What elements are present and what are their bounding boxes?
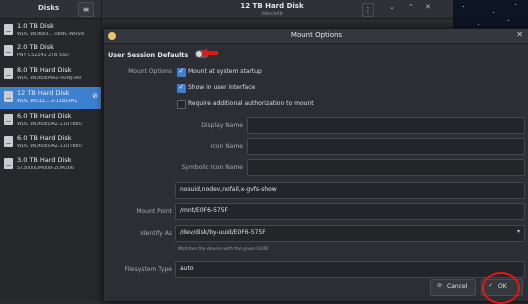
dialog-title: Mount Options (290, 31, 343, 39)
disk-name: 6.0 TB Hard Disk (17, 112, 72, 120)
mount-at-startup-label: Mount at system startup (188, 68, 262, 75)
disk-list-item[interactable]: 3.0 TB Hard Disk ST3000DM008-2DM166 (0, 154, 101, 175)
close-icon[interactable]: ✕ (516, 30, 523, 39)
mount-at-startup-checkbox[interactable] (177, 67, 186, 77)
hard-disk-icon (4, 136, 13, 147)
disk-list-item[interactable]: 6.0 TB Hard Disk WDC WD60EDAZ-11U78B0 (0, 132, 101, 153)
disk-model: WDC WD60EDAZ-11U78B0 (17, 122, 82, 127)
mount-options-dialog: Mount Options ✕ User Session Defaults Mo… (103, 28, 528, 304)
star (515, 4, 516, 5)
busy-icon: ⊘ (92, 92, 98, 100)
dialog-titlebar: Mount Options ✕ (104, 29, 528, 44)
filesystem-type-label: Filesystem Type (124, 266, 172, 273)
hard-disk-icon (4, 114, 13, 125)
disk-name: 6.0 TB Hard Disk (17, 134, 72, 142)
star (493, 12, 494, 13)
hard-disk-icon (4, 68, 13, 79)
icon-name-label: Icon Name (210, 143, 243, 150)
red-arrow-annotation (201, 48, 218, 58)
mount-point-value: /mnt/E0F6-575F (180, 207, 228, 214)
disk-model: WDC WD60EDAZ-11U78B0 (17, 144, 82, 149)
disk-list-item[interactable]: 1.0 TB Disk WDC WDBA3... 0BNC-WRSN (0, 20, 101, 41)
disk-model: ST3000DM008-2DM166 (17, 166, 74, 171)
symbolic-icon-name-label: Symbolic Icon Name (181, 164, 243, 171)
identify-as-label: Identify As (140, 230, 172, 237)
star (463, 6, 464, 7)
identify-as-dropdown[interactable]: /dev/disk/by-uuid/E0F6-575F ▾ (175, 225, 525, 242)
mount-point-label: Mount Point (136, 208, 172, 215)
mount-options-value: nosuid,nodev,nofail,x-gvfs-show (180, 186, 277, 193)
hard-disk-icon (4, 158, 13, 169)
star (478, 24, 479, 25)
mount-point-field[interactable]: /mnt/E0F6-575F (175, 203, 525, 220)
filesystem-type-value: auto (180, 265, 194, 272)
cancel-icon: ⊘ (437, 282, 443, 289)
hamburger-menu-icon[interactable]: ≡ (78, 2, 94, 17)
identify-as-value: /dev/disk/by-uuid/E0F6-575F (180, 229, 266, 236)
disk-model: PNY CS2241 2TB SSD (17, 53, 69, 58)
disk-name: 3.0 TB Hard Disk (17, 156, 72, 164)
user-session-defaults-label: User Session Defaults (108, 51, 189, 59)
sidebar-header: Disks ≡ (0, 0, 101, 19)
hard-disk-icon (4, 91, 13, 102)
show-in-ui-label: Show in user interface (188, 84, 256, 91)
mount-options-label: Mount Options (128, 68, 172, 75)
star (508, 20, 509, 21)
hard-disk-icon (4, 45, 13, 56)
disk-model: WDC WD12... Z-11B1PA1 (17, 99, 78, 104)
chevron-down-icon: ▾ (516, 228, 520, 235)
symbolic-icon-name-field[interactable] (247, 159, 525, 176)
icon-name-field[interactable] (247, 138, 525, 155)
disk-model: WDC WD80EMAZ-00WJTA0 (17, 76, 82, 81)
maximize-icon[interactable]: ⌃ (408, 3, 414, 11)
disk-name: 2.0 TB Disk (17, 43, 54, 51)
cancel-button[interactable]: ⊘ Cancel (430, 279, 476, 296)
device-path: /dev/sdb (261, 11, 283, 17)
disk-sidebar: Disks ≡ 1.0 TB Disk WDC WDBA3... 0BNC-WR… (0, 0, 102, 300)
disk-name: 12 TB Hard Disk (17, 89, 70, 97)
red-circle-annotation (482, 272, 520, 304)
show-in-ui-checkbox[interactable] (177, 83, 186, 93)
window-close-icon[interactable]: ✕ (425, 3, 431, 11)
more-options-icon[interactable]: ⋮ (362, 3, 374, 17)
disk-list-item[interactable]: 6.0 TB Hard Disk WDC WD60EDAZ-11U78B0 (0, 110, 101, 131)
sidebar-title: Disks (38, 4, 60, 12)
require-auth-label: Require additional authorization to moun… (188, 100, 314, 107)
identify-as-hint: Matches the device with the given UUID (178, 247, 269, 252)
hard-disk-icon (4, 24, 13, 35)
disk-model: WDC WDBA3... 0BNC-WRSN (17, 32, 84, 37)
display-name-field[interactable] (247, 117, 525, 134)
mount-options-field[interactable]: nosuid,nodev,nofail,x-gvfs-show (175, 182, 525, 199)
display-name-label: Display Name (201, 122, 243, 129)
disk-list-item[interactable]: 2.0 TB Disk PNY CS2241 2TB SSD (0, 41, 101, 62)
require-auth-checkbox[interactable] (177, 100, 186, 109)
filesystem-type-field[interactable]: auto (175, 261, 525, 278)
disk-list-item-selected[interactable]: 12 TB Hard Disk WDC WD12... Z-11B1PA1 ⊘ (0, 87, 101, 109)
cancel-label: Cancel (447, 283, 468, 290)
minimize-icon[interactable]: ⌄ (389, 3, 395, 11)
disk-name: 1.0 TB Disk (17, 22, 54, 30)
